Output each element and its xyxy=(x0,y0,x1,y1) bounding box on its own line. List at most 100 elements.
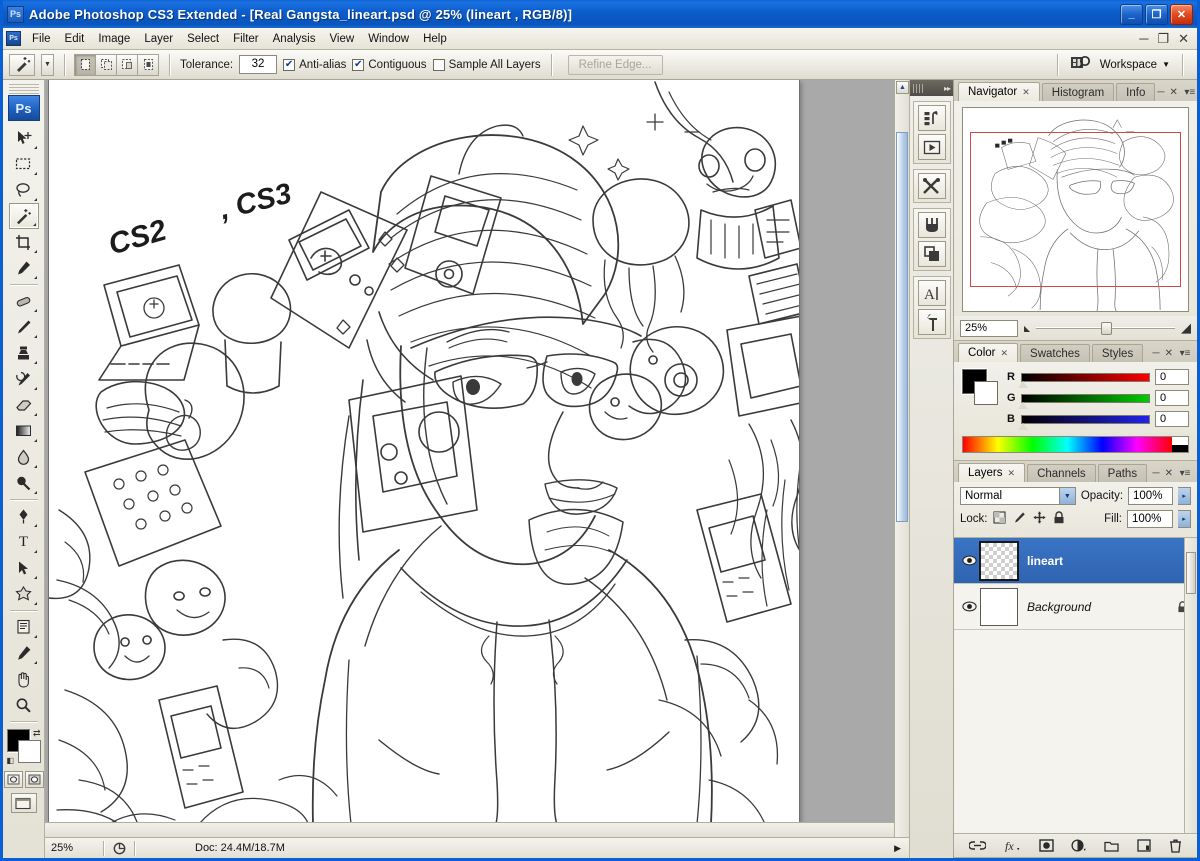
anti-alias-checkbox[interactable]: ✔ xyxy=(283,59,295,71)
fill-input[interactable]: 100% xyxy=(1127,510,1173,528)
new-group-button[interactable] xyxy=(1104,840,1119,852)
screen-mode-button[interactable] xyxy=(11,793,37,813)
menu-edit[interactable]: Edit xyxy=(58,30,92,48)
eyedropper-tool[interactable] xyxy=(9,255,39,281)
blend-mode-caret-icon[interactable]: ▼ xyxy=(1059,488,1075,504)
tab-navigator-close-icon[interactable]: ✕ xyxy=(1022,87,1030,98)
standard-mask-mode-button[interactable] xyxy=(4,771,23,788)
tab-channels[interactable]: Channels xyxy=(1027,464,1096,482)
canvas-vertical-scrollbar[interactable]: ▲ xyxy=(894,80,909,837)
toolbox-grip[interactable] xyxy=(9,84,39,94)
red-channel-slider[interactable] xyxy=(1021,373,1150,382)
clone-source-panel-icon[interactable] xyxy=(918,241,946,267)
layer-thumbnail-background[interactable] xyxy=(980,588,1018,626)
blue-channel-slider[interactable] xyxy=(1021,415,1150,424)
restore-button[interactable]: ❐ xyxy=(1145,4,1168,25)
new-adjustment-layer-button[interactable] xyxy=(1071,839,1086,852)
workspace-button[interactable]: Workspace ▼ xyxy=(1100,59,1170,71)
swap-colors-icon[interactable]: ⇄ xyxy=(33,728,41,739)
tab-layers[interactable]: Layers ✕ xyxy=(958,463,1025,482)
blur-tool[interactable] xyxy=(9,444,39,470)
layer-thumbnail-lineart[interactable] xyxy=(980,542,1018,580)
link-layers-button[interactable] xyxy=(969,840,986,851)
blue-slider-knob[interactable] xyxy=(1018,423,1028,430)
tab-navigator[interactable]: Navigator ✕ xyxy=(958,82,1040,101)
new-selection-button[interactable] xyxy=(74,54,96,76)
close-button[interactable]: ✕ xyxy=(1170,4,1193,25)
zoom-in-icon[interactable]: ◢ xyxy=(1181,320,1191,336)
spectrum-black-white[interactable] xyxy=(1172,437,1188,452)
crop-tool[interactable] xyxy=(9,229,39,255)
sample-all-layers-checkbox[interactable] xyxy=(433,59,445,71)
add-to-selection-button[interactable] xyxy=(95,54,117,76)
opacity-input[interactable]: 100% xyxy=(1128,487,1173,505)
canvas-horizontal-scrollbar[interactable] xyxy=(45,822,894,837)
strip-grip-icon[interactable] xyxy=(913,84,925,93)
menu-help[interactable]: Help xyxy=(416,30,454,48)
layer-style-button[interactable]: fx xyxy=(1004,839,1021,852)
tolerance-input[interactable]: 32 xyxy=(239,55,277,74)
tab-color[interactable]: Color ✕ xyxy=(958,343,1018,362)
layers-minimize-icon[interactable]: ─ xyxy=(1153,468,1160,479)
dodge-tool[interactable] xyxy=(9,470,39,496)
healing-brush-tool[interactable] xyxy=(9,288,39,314)
navigator-zoom-slider[interactable] xyxy=(1036,321,1175,335)
bridge-icon[interactable] xyxy=(1070,54,1092,75)
add-layer-mask-button[interactable] xyxy=(1039,839,1054,852)
opacity-caret-icon[interactable]: ▸ xyxy=(1178,487,1191,505)
navigator-zoom-input[interactable]: 25% xyxy=(960,320,1018,337)
magic-wand-tool[interactable] xyxy=(9,203,39,229)
tab-histogram[interactable]: Histogram xyxy=(1042,83,1114,101)
custom-shape-tool[interactable] xyxy=(9,581,39,607)
clone-stamp-tool[interactable] xyxy=(9,340,39,366)
zoom-out-icon[interactable]: ◣ xyxy=(1024,324,1030,333)
layers-menu-icon[interactable]: ▾≡ xyxy=(1178,467,1192,480)
layers-scroll-thumb[interactable] xyxy=(1186,552,1196,594)
vertical-scroll-thumb[interactable] xyxy=(896,132,908,522)
green-channel-value[interactable]: 0 xyxy=(1155,390,1189,406)
red-slider-knob[interactable] xyxy=(1018,381,1028,388)
spectrum-black[interactable] xyxy=(1172,445,1188,453)
tool-preset-caret-icon[interactable]: ▼ xyxy=(41,54,54,76)
zoom-tool[interactable] xyxy=(9,692,39,718)
zoom-level-field[interactable]: 25% xyxy=(45,842,103,854)
color-spectrum-ramp[interactable] xyxy=(962,436,1189,453)
horizontal-type-tool[interactable]: T xyxy=(9,529,39,555)
notes-tool[interactable] xyxy=(9,614,39,640)
menu-layer[interactable]: Layer xyxy=(137,30,180,48)
green-slider-knob[interactable] xyxy=(1018,402,1028,409)
layers-scrollbar[interactable] xyxy=(1184,538,1197,833)
minimize-button[interactable]: _ xyxy=(1120,4,1143,25)
document-preview-icon[interactable] xyxy=(104,842,134,855)
green-channel-slider[interactable] xyxy=(1021,394,1150,403)
subtract-from-selection-button[interactable] xyxy=(116,54,138,76)
animation-panel-icon[interactable] xyxy=(918,134,946,160)
table-row[interactable]: Background xyxy=(954,584,1197,630)
color-minimize-icon[interactable]: ─ xyxy=(1153,348,1160,359)
tab-swatches[interactable]: Swatches xyxy=(1020,344,1090,362)
navigator-thumbnail[interactable] xyxy=(962,107,1189,312)
fill-caret-icon[interactable]: ▸ xyxy=(1178,510,1191,528)
navigator-slider-knob[interactable] xyxy=(1101,322,1112,335)
hand-tool[interactable] xyxy=(9,666,39,692)
rectangular-marquee-tool[interactable] xyxy=(9,151,39,177)
scroll-up-arrow-icon[interactable]: ▲ xyxy=(896,81,909,94)
lock-transparent-pixels-icon[interactable] xyxy=(993,511,1006,527)
intersect-with-selection-button[interactable] xyxy=(137,54,159,76)
document-minimize-button[interactable]: ─ xyxy=(1139,31,1148,47)
spectrum-gradient[interactable] xyxy=(963,437,1172,452)
document-close-button[interactable]: ✕ xyxy=(1178,31,1189,47)
tab-styles[interactable]: Styles xyxy=(1092,344,1143,362)
tool-presets-panel-icon[interactable] xyxy=(918,173,946,199)
status-menu-arrow-icon[interactable]: ▶ xyxy=(894,843,909,854)
new-layer-button[interactable] xyxy=(1137,839,1151,852)
move-tool[interactable] xyxy=(9,125,39,151)
menu-select[interactable]: Select xyxy=(180,30,226,48)
lock-all-icon[interactable] xyxy=(1053,511,1065,527)
table-row[interactable]: lineart xyxy=(954,538,1197,584)
lock-position-icon[interactable] xyxy=(1033,511,1046,527)
layer-name-lineart[interactable]: lineart xyxy=(1018,554,1171,568)
pen-tool[interactable] xyxy=(9,503,39,529)
history-panel-icon[interactable] xyxy=(918,105,946,131)
refine-edge-button[interactable]: Refine Edge... xyxy=(568,55,663,75)
